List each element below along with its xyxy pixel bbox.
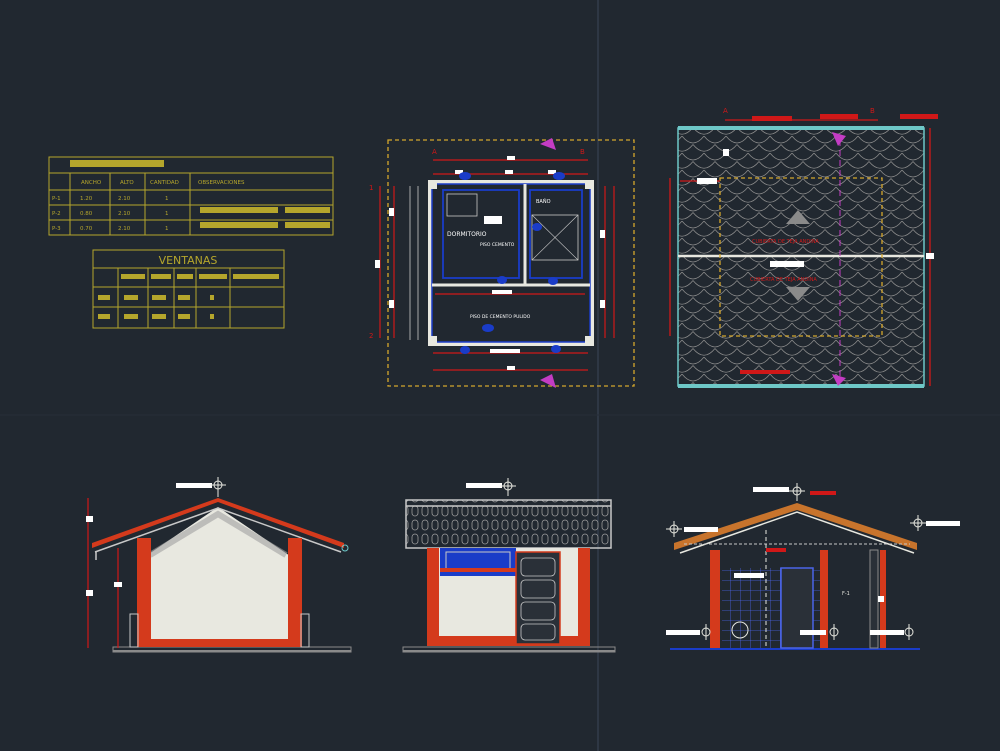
window-table-title: VENTANAS <box>159 254 218 267</box>
door-row-code: P-2 <box>52 211 61 217</box>
plan-axis-a: A <box>432 148 437 156</box>
roof-plan: CUBIERTA DE TEJA ANDINA CUBIERTA DE TEJA… <box>670 107 938 386</box>
plan-note-floor: PISO CEMENTO <box>480 242 515 248</box>
door-table-header-alto: ALTO <box>120 180 134 186</box>
plan-room-label-bathroom: BAÑO <box>536 198 551 205</box>
plan-room-label-bedroom: DORMITORIO <box>447 231 487 238</box>
door-row-alto: 2.10 <box>118 211 131 217</box>
roof-axis-a: A <box>723 107 728 115</box>
roof-axis-b: B <box>870 107 875 115</box>
roof-label-bottom: CUBIERTA DE TEJA ANDINA <box>750 277 817 283</box>
plan-axis-2: 2 <box>369 332 373 340</box>
elevation-front <box>403 478 615 652</box>
door-row-cantidad: 1 <box>165 226 169 232</box>
door-table-title-bar <box>70 160 164 167</box>
door-row-alto: 2.10 <box>118 226 131 232</box>
section2-label: F-1 <box>842 591 850 597</box>
door-table-header-cantidad: CANTIDAD <box>150 180 179 186</box>
door-row-alto: 2.10 <box>118 196 131 202</box>
section-column-right <box>288 538 302 644</box>
door-table-header-observaciones: OBSERVACIONES <box>198 180 245 186</box>
door-row-code: P-3 <box>52 226 61 232</box>
door-row-code: P-1 <box>52 196 61 202</box>
section2-column-left <box>710 550 720 648</box>
section-column-left <box>137 538 151 644</box>
door-row-cantidad: 1 <box>165 196 169 202</box>
door-table-header-ancho: ANCHO <box>81 180 102 186</box>
plan-axis-1: 1 <box>369 184 373 192</box>
door-row-ancho: 0.70 <box>80 226 93 232</box>
plan-note-floor-main: PISO DE CEMENTO PULIDO <box>470 314 531 320</box>
cad-drawing-canvas: ANCHO ALTO CANTIDAD OBSERVACIONES P-1 1.… <box>0 0 1000 751</box>
door-row-cantidad: 1 <box>165 211 169 217</box>
door-row-ancho: 1.20 <box>80 196 93 202</box>
elevation-roof-tiles <box>406 500 611 548</box>
roof-label-top: CUBIERTA DE TEJA ANDINA <box>752 239 819 245</box>
plan-axis-b: B <box>580 148 585 156</box>
door-row-ancho: 0.80 <box>80 211 93 217</box>
